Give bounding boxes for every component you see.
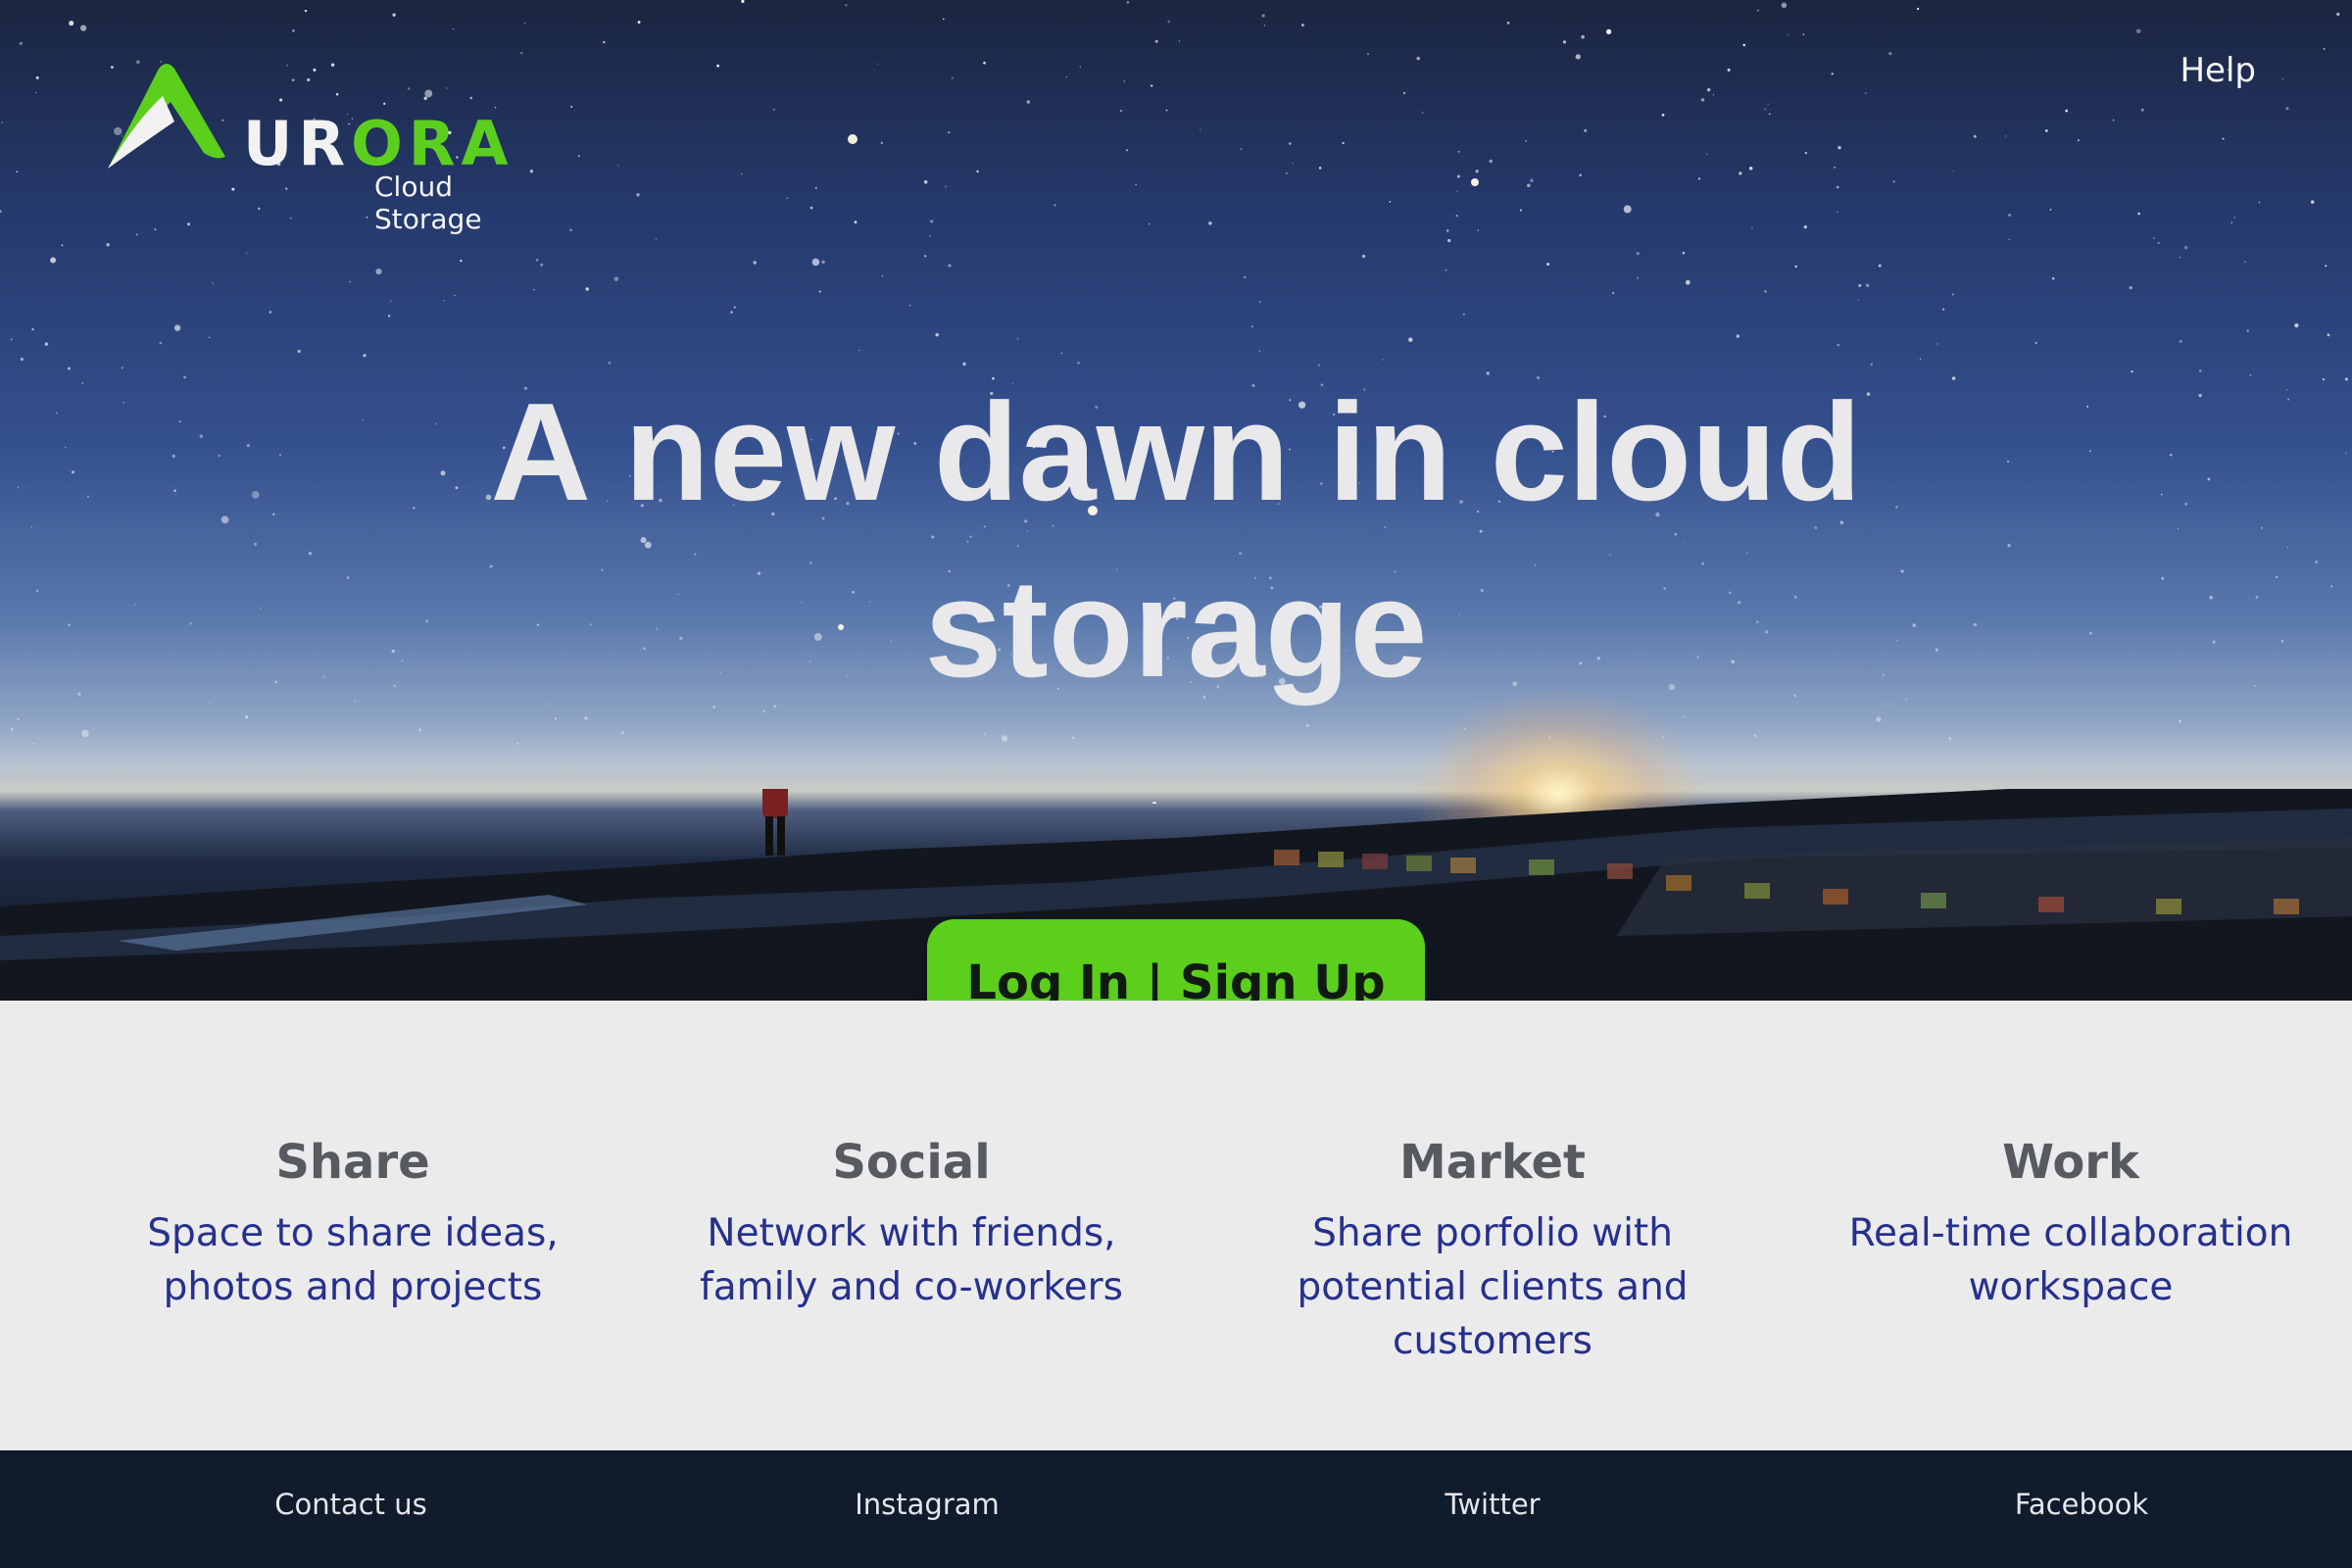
feature-title: Work (2002, 1135, 2139, 1190)
aurora-a-mark-icon (108, 64, 225, 169)
footer: Contact us Instagram Twitter Facebook (0, 1450, 2352, 1568)
logo-subtitle: Cloud Storage (374, 171, 482, 235)
hero-headline: A new dawn in cloud storage (490, 374, 1862, 707)
feature-description: Network with friends, family and co-work… (700, 1211, 1123, 1309)
feature-title: Share (275, 1135, 430, 1190)
logo-wordmark-green: ORA (351, 108, 514, 179)
aurora-logo[interactable]: URORA Cloud Storage (108, 63, 568, 235)
footer-link-instagram[interactable]: Instagram (855, 1488, 1000, 1521)
features-section: Share Space to share ideas, photos and p… (0, 1001, 2352, 1450)
footer-link-twitter[interactable]: Twitter (1445, 1488, 1540, 1521)
landing-page: URORA Cloud Storage Help A new dawn in c… (0, 0, 2352, 1568)
feature-social: Social Network with friends, family and … (676, 1128, 1147, 1314)
feature-title: Social (832, 1135, 991, 1190)
feature-share: Share Space to share ideas, photos and p… (118, 1128, 588, 1314)
footer-link-facebook[interactable]: Facebook (2015, 1488, 2148, 1521)
feature-description: Real-time collaboration workspace (1848, 1211, 2293, 1309)
feature-work: Work Real-time collaboration workspace (1836, 1128, 2306, 1314)
hero-section: URORA Cloud Storage Help A new dawn in c… (0, 0, 2352, 1001)
logo-wordmark: URORA (243, 114, 514, 174)
feature-title: Market (1399, 1135, 1586, 1190)
feature-description: Space to share ideas, photos and project… (147, 1211, 559, 1309)
logo-wordmark-white: UR (243, 108, 352, 179)
person-silhouette (762, 789, 788, 856)
footer-link-contact-us[interactable]: Contact us (274, 1488, 427, 1521)
help-link[interactable]: Help (2180, 51, 2256, 90)
feature-description: Share porfolio with potential clients an… (1297, 1211, 1689, 1363)
feature-market: Market Share porfolio with potential cli… (1257, 1128, 1728, 1368)
